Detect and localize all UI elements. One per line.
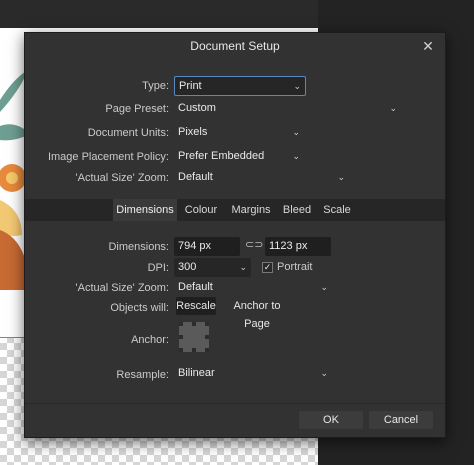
tab-scale[interactable]: Scale — [319, 199, 355, 221]
document-setup-dialog: Document Setup ✕ Type: Print ⌄ Page Pres… — [24, 32, 446, 438]
type-label: Type: — [142, 80, 169, 92]
tab-zoom-row: 'Actual Size' Zoom: — [25, 279, 169, 299]
resample-row: Resample: — [25, 366, 169, 386]
tab-bleed[interactable]: Bleed — [279, 199, 315, 221]
anchor-row: Anchor: — [25, 331, 169, 351]
actual-size-zoom-label: 'Actual Size' Zoom: — [75, 172, 169, 184]
dpi-row: DPI: — [25, 259, 169, 279]
page-preset-row: Page Preset: — [25, 100, 169, 120]
image-placement-label: Image Placement Policy: — [47, 151, 169, 163]
page-preset-label: Page Preset: — [105, 103, 169, 115]
page-preset-value: Custom — [178, 102, 216, 114]
anchor-point[interactable] — [205, 348, 209, 352]
document-units-label: Document Units: — [87, 127, 169, 139]
portrait-checkbox[interactable]: ✓ — [262, 262, 273, 273]
close-icon[interactable]: ✕ — [421, 33, 435, 59]
chevron-down-icon: ⌄ — [337, 172, 345, 182]
rescale-button[interactable]: Rescale — [176, 297, 216, 315]
anchor-point[interactable] — [205, 322, 209, 326]
tab-bar: Dimensions Colour Margins Bleed Scale — [25, 199, 445, 221]
resample-label: Resample: — [116, 369, 169, 381]
tab-zoom-select[interactable]: Default ⌄ — [174, 277, 332, 297]
document-units-value: Pixels — [178, 126, 208, 138]
objects-will-label: Objects will: — [110, 302, 169, 314]
chevron-down-icon: ⌄ — [292, 127, 300, 137]
link-icon[interactable]: ⊂⊃ — [245, 238, 263, 251]
dimensions-row: Dimensions: — [25, 238, 169, 258]
tab-margins[interactable]: Margins — [227, 199, 275, 221]
tab-zoom-value: Default — [178, 281, 213, 293]
image-placement-value: Prefer Embedded — [178, 150, 265, 162]
anchor-point[interactable] — [179, 322, 183, 326]
document-units-row: Document Units: — [25, 124, 169, 144]
anchor-to-page-button[interactable]: Anchor to Page — [220, 297, 294, 330]
chevron-down-icon: ⌄ — [239, 262, 247, 272]
anchor-point[interactable] — [192, 322, 196, 326]
anchor-point[interactable] — [192, 348, 196, 352]
footer-divider — [25, 403, 445, 404]
anchor-selector[interactable] — [179, 322, 209, 352]
actual-size-zoom-select[interactable]: Default ⌄ — [174, 167, 349, 187]
cancel-button[interactable]: Cancel — [369, 411, 433, 429]
tab-dimensions[interactable]: Dimensions — [113, 199, 177, 221]
dialog-title: Document Setup — [190, 39, 280, 53]
dpi-value: 300 — [178, 261, 197, 273]
actual-size-zoom-value: Default — [178, 171, 213, 183]
anchor-label: Anchor: — [131, 334, 169, 346]
objects-will-row: Objects will: — [25, 299, 169, 319]
portrait-label: Portrait — [277, 261, 313, 273]
anchor-point[interactable] — [179, 348, 183, 352]
actual-size-zoom-row: 'Actual Size' Zoom: — [25, 169, 169, 189]
page-preset-select[interactable]: Custom ⌄ — [174, 98, 401, 118]
dpi-label: DPI: — [147, 262, 169, 274]
dpi-select[interactable]: 300 ⌄ — [174, 258, 251, 277]
chevron-down-icon: ⌄ — [320, 368, 328, 378]
type-select[interactable]: Print ⌄ — [174, 76, 306, 96]
type-row: Type: — [25, 77, 169, 97]
chevron-down-icon: ⌄ — [389, 103, 397, 113]
document-units-select[interactable]: Pixels ⌄ — [174, 122, 304, 142]
chevron-down-icon: ⌄ — [320, 282, 328, 292]
resample-value: Bilinear — [178, 367, 215, 379]
dimensions-label: Dimensions: — [108, 241, 169, 253]
type-value: Print — [179, 80, 202, 92]
height-field[interactable]: 1123 px — [265, 237, 331, 256]
image-placement-row: Image Placement Policy: — [25, 148, 169, 168]
anchor-point[interactable] — [179, 335, 183, 339]
tab-zoom-label: 'Actual Size' Zoom: — [75, 282, 169, 294]
width-field[interactable]: 794 px — [174, 237, 240, 256]
resample-select[interactable]: Bilinear ⌄ — [174, 363, 332, 383]
tab-colour[interactable]: Colour — [179, 199, 223, 221]
ok-button[interactable]: OK — [299, 411, 363, 429]
chevron-down-icon: ⌄ — [292, 151, 300, 161]
dialog-title-bar: Document Setup ✕ — [25, 33, 445, 59]
image-placement-select[interactable]: Prefer Embedded ⌄ — [174, 146, 304, 166]
chevron-down-icon: ⌄ — [293, 81, 301, 91]
anchor-point[interactable] — [205, 335, 209, 339]
